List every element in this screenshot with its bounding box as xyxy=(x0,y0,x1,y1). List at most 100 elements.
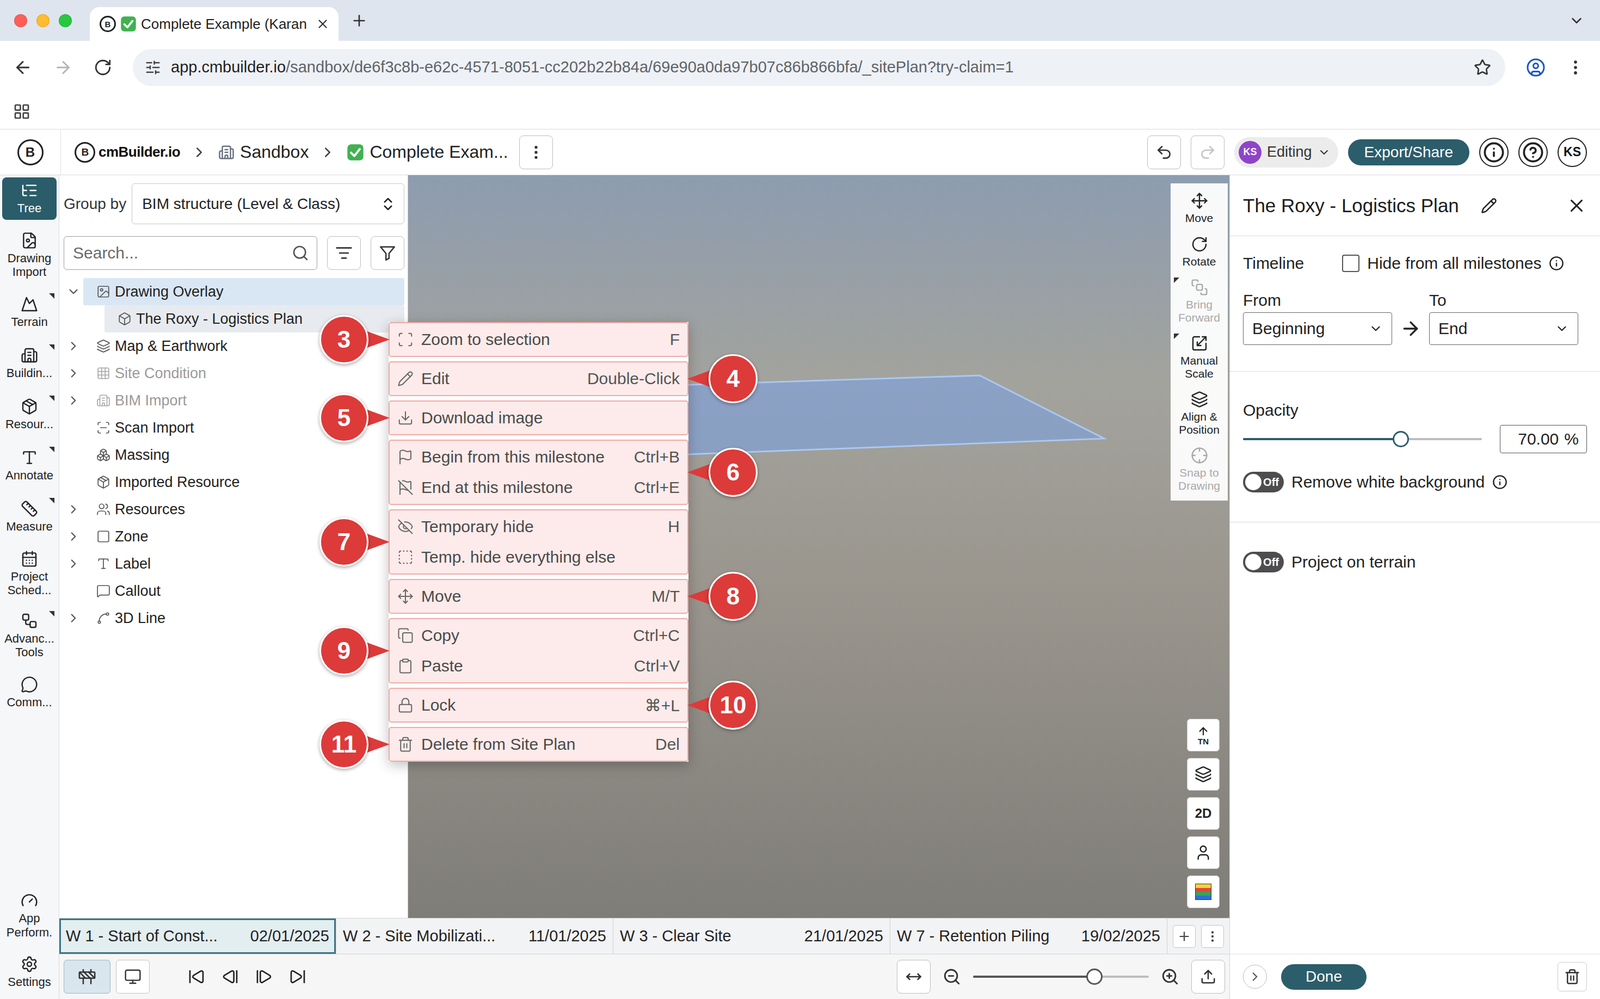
reload-button[interactable] xyxy=(93,58,113,77)
fit-timeline-button[interactable] xyxy=(896,960,931,994)
expander[interactable] xyxy=(63,502,84,517)
rail-item[interactable]: Annotate xyxy=(2,444,57,488)
url-field[interactable]: app.cmbuilder.io/sandbox/de6f3c8b-e62c-4… xyxy=(132,48,1506,86)
expand-panel-button[interactable] xyxy=(1242,964,1267,989)
apps-grid-icon[interactable] xyxy=(13,102,31,121)
export-share-button[interactable]: Export/Share xyxy=(1348,139,1470,166)
done-button[interactable]: Done xyxy=(1281,964,1367,990)
tree-row[interactable]: Drawing Overlay xyxy=(63,278,405,306)
step-back-icon[interactable] xyxy=(221,968,239,986)
project-terrain-toggle[interactable]: Off xyxy=(1242,551,1284,573)
user-avatar[interactable]: KS xyxy=(1557,137,1587,168)
rail-item[interactable]: App Perform. xyxy=(2,888,57,943)
view-button[interactable]: 2D xyxy=(1186,797,1220,830)
rail-item[interactable]: Resour... xyxy=(2,393,57,436)
view-button[interactable]: TN xyxy=(1186,718,1220,752)
menu-item[interactable]: CopyCtrl+C xyxy=(389,620,688,651)
rail-item[interactable]: Project Sched... xyxy=(2,546,57,601)
bookmark-star-icon[interactable] xyxy=(1473,58,1492,77)
forward-button[interactable] xyxy=(53,57,73,78)
profile-button[interactable] xyxy=(1525,57,1546,78)
expander[interactable] xyxy=(63,393,84,408)
milestone[interactable]: W 7 - Retention Piling19/02/2025 xyxy=(890,918,1168,955)
expander[interactable] xyxy=(63,556,84,571)
info-icon[interactable] xyxy=(1548,255,1565,272)
breadcrumb-item[interactable]: Complete Exam... xyxy=(346,142,508,163)
toolbar-button[interactable]: Bring Forward xyxy=(1170,275,1228,328)
slider-thumb[interactable] xyxy=(1392,431,1409,448)
toolbar-button[interactable]: Manual Scale xyxy=(1170,331,1228,384)
slider-thumb[interactable] xyxy=(1086,968,1103,986)
tab-list-button[interactable] xyxy=(1568,12,1585,29)
browser-tab[interactable]: BComplete Example (Karan xyxy=(89,7,339,41)
group-by-select[interactable]: BIM structure (Level & Class) xyxy=(131,183,405,225)
menu-item[interactable]: EditDouble-Click xyxy=(389,363,688,395)
toolbar-button[interactable]: Rotate xyxy=(1170,232,1228,272)
menu-item[interactable]: MoveM/T xyxy=(389,581,688,612)
hide-all-checkbox[interactable] xyxy=(1342,254,1360,273)
toolbar-button[interactable]: Snap to Drawing xyxy=(1170,443,1228,496)
mode-selector[interactable]: KSEditing xyxy=(1234,137,1339,168)
export-timeline-button[interactable] xyxy=(1191,960,1226,994)
rail-item[interactable]: Measure xyxy=(2,495,57,539)
toolbar-button[interactable]: Move xyxy=(1170,188,1228,229)
view-button[interactable] xyxy=(1186,758,1220,791)
menu-item[interactable]: Temporary hideH xyxy=(389,511,688,543)
opacity-field[interactable]: 70.00% xyxy=(1499,425,1587,454)
filter-button[interactable] xyxy=(370,236,405,270)
rail-item[interactable]: Settings xyxy=(2,951,57,994)
rail-item[interactable]: Terrain xyxy=(2,291,57,334)
brand-logo[interactable]: BcmBuilder.io xyxy=(74,142,181,163)
zoom-out-icon[interactable] xyxy=(942,967,962,987)
new-tab-button[interactable] xyxy=(350,11,368,30)
info-icon[interactable] xyxy=(1492,474,1508,490)
tree-row[interactable]: Imported Resource xyxy=(63,468,405,496)
tree-row[interactable]: Callout xyxy=(63,577,405,605)
skip-forward-icon[interactable] xyxy=(288,968,307,986)
opacity-slider[interactable] xyxy=(1242,438,1482,441)
milestone[interactable]: W 1 - Start of Const...02/01/2025 xyxy=(59,918,337,955)
tree-row[interactable]: Massing xyxy=(63,441,405,469)
info-button[interactable] xyxy=(1479,137,1509,168)
view-button[interactable] xyxy=(1186,875,1220,909)
view-mode-button[interactable] xyxy=(115,960,150,994)
close-tab-icon[interactable] xyxy=(315,16,330,32)
expander[interactable] xyxy=(63,339,84,354)
menu-item[interactable]: Zoom to selectionF xyxy=(389,324,688,355)
menu-item[interactable]: PasteCtrl+V xyxy=(389,650,688,682)
menu-item[interactable]: Begin from this milestoneCtrl+B xyxy=(389,441,688,473)
app-logo-icon[interactable]: B xyxy=(17,139,44,166)
undo-button[interactable] xyxy=(1147,135,1181,170)
breadcrumb-item[interactable]: Sandbox xyxy=(218,142,309,163)
delete-button[interactable] xyxy=(1557,962,1587,992)
menu-item[interactable]: Delete from Site PlanDel xyxy=(389,729,688,760)
tree-row[interactable]: Site Condition xyxy=(63,359,405,387)
close-window-button[interactable] xyxy=(14,14,28,28)
redo-button[interactable] xyxy=(1190,135,1225,170)
remove-background-toggle[interactable]: Off xyxy=(1242,471,1284,493)
milestone[interactable]: W 3 - Clear Site21/01/2025 xyxy=(613,918,891,955)
menu-item[interactable]: Download image xyxy=(389,402,688,434)
expander[interactable] xyxy=(63,611,84,626)
back-button[interactable] xyxy=(13,57,33,78)
step-forward-icon[interactable] xyxy=(255,968,273,986)
toolbar-button[interactable]: Align & Position xyxy=(1170,387,1228,440)
rename-pencil-icon[interactable] xyxy=(1480,197,1498,214)
help-button[interactable] xyxy=(1518,137,1548,168)
menu-item[interactable]: End at this milestoneCtrl+E xyxy=(389,472,688,503)
view-button[interactable] xyxy=(1186,836,1220,870)
milestone-menu-button[interactable] xyxy=(1201,925,1224,949)
project-menu-button[interactable] xyxy=(519,135,553,170)
search-field[interactable]: Search... xyxy=(63,236,318,270)
expander[interactable] xyxy=(63,529,84,544)
zoom-in-icon[interactable] xyxy=(1160,967,1180,987)
to-select[interactable]: End xyxy=(1429,312,1579,346)
rail-item[interactable]: Comm... xyxy=(2,671,57,715)
timeline-zoom-slider[interactable] xyxy=(973,975,1149,978)
zoom-window-button[interactable] xyxy=(58,14,72,28)
expander[interactable] xyxy=(63,284,84,299)
browser-menu-button[interactable] xyxy=(1566,58,1585,77)
rail-item[interactable]: Buildin... xyxy=(2,342,57,385)
sort-button[interactable] xyxy=(327,236,361,270)
rail-item[interactable]: Drawing Import xyxy=(2,228,57,283)
